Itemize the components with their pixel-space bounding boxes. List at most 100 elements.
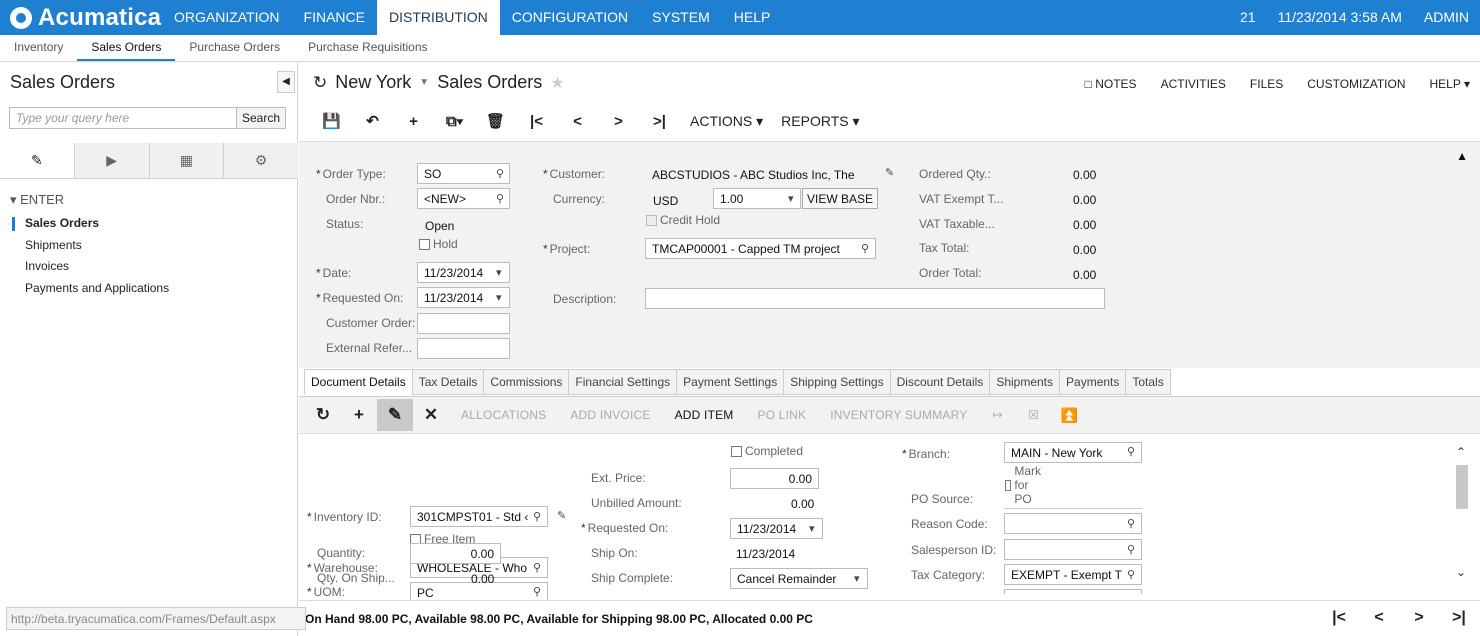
add-item-button[interactable]: ADD ITEM <box>675 408 734 422</box>
previous-record-icon[interactable]: < <box>557 113 598 130</box>
tab-commissions[interactable]: Commissions <box>483 369 569 395</box>
edit-pencil-icon[interactable]: ✎ <box>885 166 894 179</box>
chevron-down-icon[interactable]: ▼ <box>419 77 429 88</box>
sidebar-item-sales-orders[interactable]: Sales Orders <box>0 213 298 235</box>
user-menu[interactable]: ADMIN <box>1413 0 1480 35</box>
inventory-summary-button[interactable]: INVENTORY SUMMARY <box>830 408 967 422</box>
view-base-button[interactable]: VIEW BASE <box>802 188 879 209</box>
export-excel-icon[interactable]: ☒ <box>1015 408 1051 422</box>
allocations-button[interactable]: ALLOCATIONS <box>461 408 546 422</box>
last-record-icon[interactable]: >| <box>639 113 680 130</box>
delete-row-icon[interactable]: ✕ <box>413 405 449 425</box>
tab-financial-settings[interactable]: Financial Settings <box>568 369 677 395</box>
refresh-icon[interactable]: ↻ <box>313 73 327 93</box>
scroll-thumb[interactable] <box>1456 465 1468 509</box>
previous-line-icon[interactable]: < <box>1368 609 1390 627</box>
branch-field[interactable]: MAIN - New York <box>1004 442 1142 463</box>
lookup-icon[interactable]: ⚲ <box>1127 568 1135 581</box>
description-field[interactable] <box>645 288 1105 309</box>
line-scrollbar[interactable]: ⌃ ⌄ <box>1454 445 1468 585</box>
reason-code-field[interactable] <box>1004 513 1142 534</box>
tab-shipping-settings[interactable]: Shipping Settings <box>783 369 890 395</box>
next-line-icon[interactable]: > <box>1408 609 1430 627</box>
sub-nav-inventory[interactable]: Inventory <box>0 35 77 61</box>
edit-pencil-icon[interactable]: ✎ <box>377 399 413 431</box>
sidebar-item-payments-applications[interactable]: Payments and Applications <box>0 278 298 300</box>
hold-checkbox[interactable]: Hold <box>419 237 458 251</box>
sidebar-item-invoices[interactable]: Invoices <box>0 256 298 278</box>
customization-link[interactable]: CUSTOMIZATION <box>1307 77 1405 91</box>
tab-document-details[interactable]: Document Details <box>304 369 412 395</box>
chevron-down-icon[interactable]: ▾ <box>496 266 502 279</box>
top-nav-system[interactable]: SYSTEM <box>640 0 722 35</box>
scroll-down-icon[interactable]: ⌄ <box>1454 565 1468 579</box>
files-link[interactable]: FILES <box>1250 77 1283 91</box>
pencil-icon[interactable]: ✎ <box>0 143 75 178</box>
report-icon[interactable]: ▦ <box>149 143 225 178</box>
ship-complete-select[interactable]: Cancel Remainder <box>730 568 868 589</box>
customer-field[interactable]: ABCSTUDIOS - ABC Studios Inc, The <box>652 168 855 182</box>
search-button[interactable]: Search <box>236 107 286 129</box>
tax-category-field[interactable]: EXEMPT - Exempt T <box>1004 564 1142 585</box>
add-icon[interactable]: + <box>393 113 434 130</box>
lookup-icon[interactable]: ⚲ <box>533 561 541 574</box>
tab-totals[interactable]: Totals <box>1125 369 1171 395</box>
sidebar-item-shipments[interactable]: Shipments <box>0 235 298 257</box>
currency-value[interactable]: USD <box>653 194 678 208</box>
scroll-up-icon[interactable]: ⌃ <box>1454 445 1468 459</box>
gear-icon[interactable]: ⚙ <box>224 143 298 178</box>
lookup-icon[interactable]: ⚲ <box>496 192 504 205</box>
lookup-icon[interactable]: ⚲ <box>861 242 869 255</box>
first-record-icon[interactable]: |< <box>516 113 557 130</box>
first-line-icon[interactable]: |< <box>1328 609 1350 627</box>
external-ref-field[interactable] <box>417 338 510 359</box>
chevron-down-icon[interactable]: ▾ <box>496 291 502 304</box>
top-nav-finance[interactable]: FINANCE <box>292 0 377 35</box>
add-invoice-button[interactable]: ADD INVOICE <box>570 408 650 422</box>
collapse-panel-icon[interactable]: ◀ <box>277 71 295 93</box>
quantity-field[interactable]: 0.00 <box>410 543 501 564</box>
top-nav-distribution[interactable]: DISTRIBUTION <box>376 0 500 35</box>
delete-icon[interactable]: 🗑 <box>475 112 516 130</box>
activities-link[interactable]: ACTIVITIES <box>1161 77 1226 91</box>
completed-checkbox[interactable]: Completed <box>731 444 803 458</box>
reports-menu[interactable]: REPORTS ▾ <box>781 113 859 130</box>
next-record-icon[interactable]: > <box>598 113 639 130</box>
lookup-icon[interactable]: ⚲ <box>1127 445 1135 458</box>
notification-count[interactable]: 21 <box>1229 0 1267 35</box>
business-date[interactable]: 11/23/2014 3:58 AM <box>1267 0 1413 35</box>
fit-columns-icon[interactable]: ↦ <box>979 408 1015 422</box>
chevron-down-icon[interactable]: ▾ <box>809 522 815 535</box>
top-nav-help[interactable]: HELP <box>722 0 783 35</box>
customer-order-field[interactable] <box>417 313 510 334</box>
collapse-up-icon[interactable]: ▲ <box>1456 149 1468 163</box>
group-enter[interactable]: ▾ ENTER <box>10 192 64 208</box>
actions-menu[interactable]: ACTIONS ▾ <box>690 113 763 130</box>
top-nav-organization[interactable]: ORGANIZATION <box>162 0 292 35</box>
play-icon[interactable]: ▶ <box>74 143 150 178</box>
copy-paste-icon[interactable]: ⧉▾ <box>434 113 475 130</box>
undo-icon[interactable]: ↶ <box>352 112 393 130</box>
sub-nav-sales-orders[interactable]: Sales Orders <box>77 35 176 61</box>
save-icon[interactable]: 💾 <box>311 112 352 130</box>
ext-price-field[interactable]: 0.00 <box>730 468 819 489</box>
tab-shipments[interactable]: Shipments <box>989 369 1060 395</box>
sub-nav-purchase-requisitions[interactable]: Purchase Requisitions <box>294 35 441 61</box>
add-row-icon[interactable]: + <box>341 405 377 425</box>
lookup-icon[interactable]: ⚲ <box>533 585 541 598</box>
last-line-icon[interactable]: >| <box>1448 609 1470 627</box>
lookup-icon[interactable]: ⚲ <box>1127 517 1135 530</box>
star-icon[interactable]: ★ <box>550 73 564 93</box>
chevron-down-icon[interactable]: ▾ <box>854 572 860 585</box>
lookup-icon[interactable]: ⚲ <box>1127 543 1135 556</box>
brand-logo[interactable]: Acumatica <box>10 4 161 32</box>
inventory-id-field[interactable]: 301CMPST01 - Std ‹ <box>410 506 548 527</box>
tab-discount-details[interactable]: Discount Details <box>889 369 990 395</box>
tab-tax-details[interactable]: Tax Details <box>411 369 484 395</box>
mark-for-po-checkbox[interactable]: Mark for PO <box>1005 464 1046 506</box>
sub-nav-purchase-orders[interactable]: Purchase Orders <box>175 35 294 61</box>
notes-link[interactable]: □ NOTES <box>1085 77 1137 91</box>
help-menu[interactable]: HELP ▾ <box>1430 77 1471 91</box>
chevron-down-icon[interactable]: ▾ <box>788 192 794 205</box>
location-selector[interactable]: New York <box>335 72 411 93</box>
